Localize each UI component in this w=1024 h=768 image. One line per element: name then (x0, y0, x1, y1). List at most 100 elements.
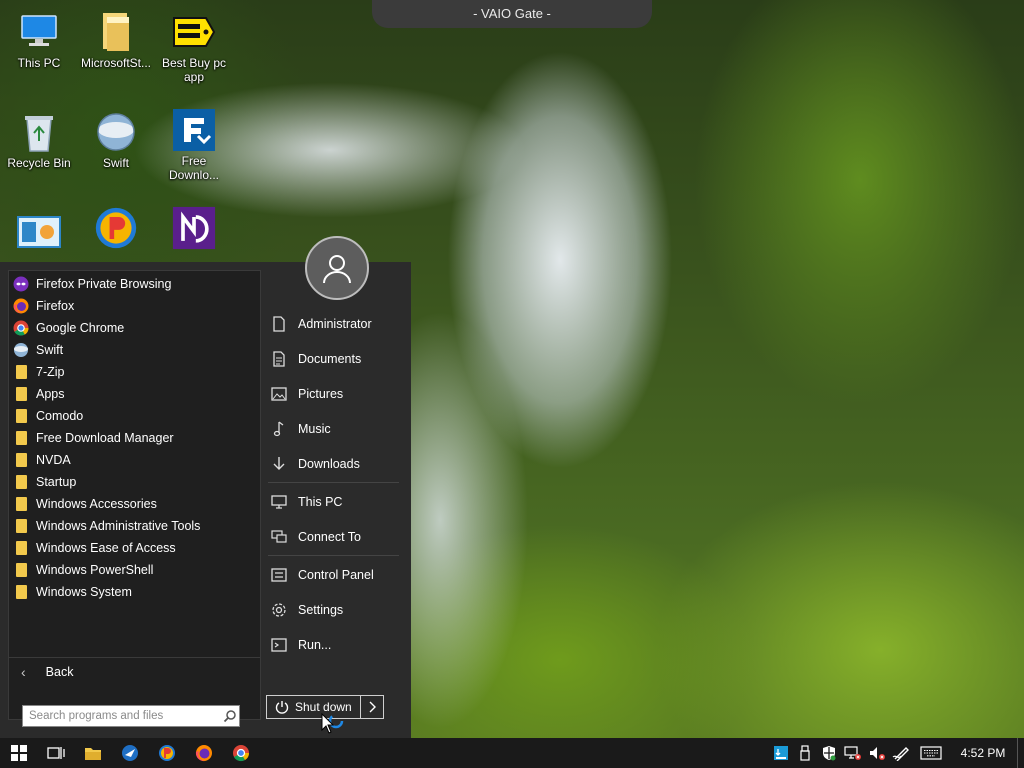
place-downloads[interactable]: Downloads (262, 446, 411, 481)
search-input[interactable] (23, 707, 223, 725)
app-firefox-private[interactable]: Firefox Private Browsing (9, 273, 260, 295)
desktop-icon-label: Best Buy pc app (161, 56, 227, 84)
windows-logo-icon (10, 745, 27, 761)
tray-volume[interactable] (865, 738, 889, 768)
tray-usb[interactable] (793, 738, 817, 768)
desktop-icon-microsoft-store[interactable]: MicrosoftSt... (78, 10, 154, 70)
taskbar-file-explorer[interactable] (74, 738, 111, 768)
mouse-cursor-icon (320, 712, 350, 740)
app-folder-comodo[interactable]: Comodo (9, 405, 260, 427)
place-label: Downloads (298, 456, 360, 471)
search-box (22, 705, 240, 727)
place-label: Music (298, 421, 331, 436)
folder-icon (13, 452, 29, 468)
task-view-button[interactable] (37, 738, 74, 768)
folder-icon (13, 364, 29, 380)
app-google-chrome[interactable]: Google Chrome (9, 317, 260, 339)
app-folder-apps[interactable]: Apps (9, 383, 260, 405)
pictures-icon (270, 385, 288, 403)
place-control-panel[interactable]: Control Panel (262, 557, 411, 592)
program-list: Firefox Private Browsing Firefox Google … (9, 273, 260, 603)
app-label: Apps (36, 387, 65, 401)
download-manager-icon (172, 108, 216, 152)
documents-icon (270, 350, 288, 368)
desktop-icon-control-panel[interactable] (1, 210, 77, 256)
user-folder-icon (270, 315, 288, 333)
folder-icon (13, 562, 29, 578)
tray-download-manager[interactable] (769, 738, 793, 768)
chevron-right-icon (369, 701, 376, 713)
place-music[interactable]: Music (262, 411, 411, 446)
desktop-icon-recycle-bin[interactable]: Recycle Bin (1, 110, 77, 170)
swift-bird-icon (121, 745, 138, 761)
taskbar-clock[interactable]: 4:52 PM (949, 746, 1017, 760)
tray-keyboard[interactable] (913, 738, 949, 768)
desktop-icon-best-buy[interactable]: Best Buy pc app (156, 10, 232, 84)
place-pictures[interactable]: Pictures (262, 376, 411, 411)
app-folder-startup[interactable]: Startup (9, 471, 260, 493)
desktop-icon-this-pc[interactable]: This PC (1, 10, 77, 70)
power-icon (275, 700, 289, 714)
p-logo-icon (158, 745, 175, 761)
user-avatar[interactable] (305, 236, 369, 300)
taskbar-app-p[interactable] (148, 738, 185, 768)
pen-icon (892, 747, 909, 761)
app-folder-windows-powershell[interactable]: Windows PowerShell (9, 559, 260, 581)
tray-pen[interactable] (889, 738, 913, 768)
p-logo-icon (94, 206, 138, 250)
volume-muted-icon (870, 747, 885, 760)
taskbar-chrome[interactable] (222, 738, 259, 768)
window-title: - VAIO Gate - (372, 0, 652, 28)
folder-icon (13, 496, 29, 512)
app-firefox[interactable]: Firefox (9, 295, 260, 317)
place-this-pc[interactable]: This PC (262, 484, 411, 519)
tray-security[interactable] (817, 738, 841, 768)
app-folder-windows-accessories[interactable]: Windows Accessories (9, 493, 260, 515)
download-manager-icon (774, 746, 788, 760)
place-label: Documents (298, 351, 362, 366)
start-button[interactable] (0, 738, 37, 768)
music-icon (270, 420, 288, 438)
search-icon[interactable] (223, 709, 237, 723)
shield-icon (823, 746, 836, 761)
place-administrator[interactable]: Administrator (262, 306, 411, 341)
control-panel-icon (17, 210, 61, 254)
app-folder-windows-ease-of-access[interactable]: Windows Ease of Access (9, 537, 260, 559)
gear-icon (270, 601, 288, 619)
back-button[interactable]: ‹ Back (9, 657, 260, 686)
place-documents[interactable]: Documents (262, 341, 411, 376)
desktop-icon-free-download-manager[interactable]: Free Downlo... (156, 108, 232, 182)
separator (268, 482, 399, 483)
taskbar-swift[interactable] (111, 738, 148, 768)
place-settings[interactable]: Settings (262, 592, 411, 627)
app-label: Startup (36, 475, 77, 489)
shutdown-options-button[interactable] (360, 695, 384, 719)
user-icon (323, 255, 351, 284)
app-folder-7zip[interactable]: 7-Zip (9, 361, 260, 383)
desktop-icon-swift[interactable]: Swift (78, 110, 154, 170)
app-label: Swift (36, 343, 64, 357)
app-folder-windows-system[interactable]: Windows System (9, 581, 260, 603)
place-connect-to[interactable]: Connect To (262, 519, 411, 554)
recycle-bin-icon (17, 110, 61, 154)
desktop-icon-label: Recycle Bin (7, 156, 71, 170)
system-tray: 4:52 PM (769, 738, 1024, 768)
desktop-icon-nvda[interactable] (156, 206, 232, 252)
app-swift[interactable]: Swift (9, 339, 260, 361)
app-folder-windows-administrative-tools[interactable]: Windows Administrative Tools (9, 515, 260, 537)
folder-icon (94, 10, 138, 54)
place-label: Pictures (298, 386, 344, 401)
app-folder-nvda[interactable]: NVDA (9, 449, 260, 471)
taskbar-firefox[interactable] (185, 738, 222, 768)
desktop-icon-app-p[interactable] (78, 206, 154, 252)
app-label: Firefox Private Browsing (36, 277, 172, 291)
app-label: Google Chrome (36, 321, 125, 335)
folder-icon (13, 386, 29, 402)
show-desktop-button[interactable] (1017, 738, 1024, 768)
app-folder-free-download-manager[interactable]: Free Download Manager (9, 427, 260, 449)
desktop-icon-label: Swift (102, 156, 129, 170)
place-run[interactable]: Run... (262, 627, 411, 662)
folder-icon (13, 430, 29, 446)
programs-panel: Firefox Private Browsing Firefox Google … (8, 270, 261, 727)
tray-network[interactable] (841, 738, 865, 768)
